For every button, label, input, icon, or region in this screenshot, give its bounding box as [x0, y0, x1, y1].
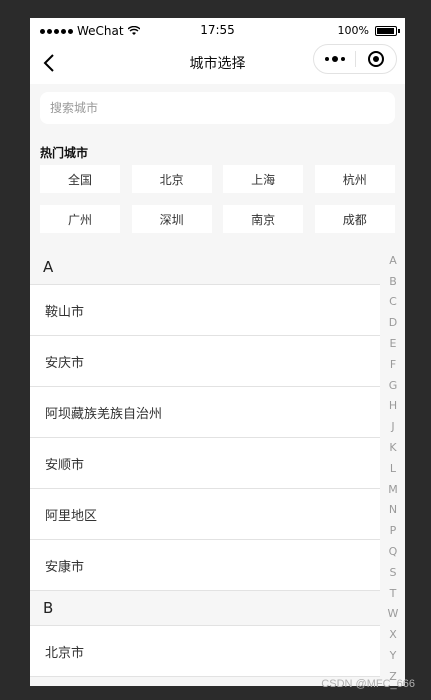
- index-letter[interactable]: G: [383, 375, 403, 396]
- battery-icon: [375, 25, 400, 36]
- city-list: A 鞍山市 安庆市 阿坝藏族羌族自治州 安顺市 阿里地区 安康市 B 北京市: [30, 250, 380, 677]
- index-letter[interactable]: T: [383, 583, 403, 604]
- index-letter[interactable]: E: [383, 333, 403, 354]
- city-list-item[interactable]: 安庆市: [30, 336, 380, 387]
- letter-header: B: [30, 591, 380, 626]
- city-list-item[interactable]: 北京市: [30, 626, 380, 677]
- letter-index-bar[interactable]: ABCDEFGHJKLMNPQSTWXYZ: [383, 250, 403, 686]
- index-letter[interactable]: W: [383, 604, 403, 625]
- index-letter[interactable]: D: [383, 312, 403, 333]
- status-bar: WeChat 17:55 100%: [30, 18, 405, 44]
- index-letter[interactable]: M: [383, 479, 403, 500]
- navigation-bar: 城市选择: [30, 44, 405, 84]
- hot-city-button[interactable]: 上海: [223, 165, 304, 193]
- more-button[interactable]: [314, 45, 355, 73]
- battery-area: 100%: [337, 24, 400, 37]
- index-letter[interactable]: H: [383, 396, 403, 417]
- battery-percent: 100%: [337, 24, 369, 37]
- index-letter[interactable]: X: [383, 624, 403, 645]
- phone-screen: WeChat 17:55 100% 城市选择 搜索城市 热门城市 全国 北京 上…: [30, 18, 405, 686]
- watermark: CSDN @MFC_666: [321, 678, 415, 690]
- search-input[interactable]: [40, 92, 395, 124]
- hot-city-button[interactable]: 广州: [40, 205, 120, 233]
- index-letter[interactable]: A: [383, 250, 403, 271]
- city-list-item[interactable]: 鞍山市: [30, 285, 380, 336]
- letter-header: A: [30, 250, 380, 285]
- city-list-item[interactable]: 阿坝藏族羌族自治州: [30, 387, 380, 438]
- index-letter[interactable]: B: [383, 271, 403, 292]
- index-letter[interactable]: K: [383, 437, 403, 458]
- hot-city-button[interactable]: 全国: [40, 165, 120, 193]
- close-button[interactable]: [356, 45, 396, 73]
- index-letter[interactable]: Y: [383, 645, 403, 666]
- index-letter[interactable]: S: [383, 562, 403, 583]
- index-letter[interactable]: N: [383, 500, 403, 521]
- hot-cities-title: 热门城市: [40, 146, 89, 160]
- more-dots-icon: [324, 56, 345, 62]
- target-close-icon: [368, 51, 384, 67]
- hot-city-button[interactable]: 深圳: [131, 205, 212, 233]
- index-letter[interactable]: L: [383, 458, 403, 479]
- index-letter[interactable]: J: [383, 416, 403, 437]
- hot-city-button[interactable]: 杭州: [314, 165, 395, 193]
- index-letter[interactable]: Q: [383, 541, 403, 562]
- hot-city-button[interactable]: 北京: [131, 165, 212, 193]
- index-letter[interactable]: P: [383, 520, 403, 541]
- hot-city-button[interactable]: 成都: [314, 205, 395, 233]
- index-letter[interactable]: F: [383, 354, 403, 375]
- city-list-item[interactable]: 阿里地区: [30, 489, 380, 540]
- mini-program-capsule: [313, 44, 397, 74]
- city-list-item[interactable]: 安顺市: [30, 438, 380, 489]
- index-letter[interactable]: C: [383, 292, 403, 313]
- city-list-item[interactable]: 安康市: [30, 540, 380, 591]
- hot-city-button[interactable]: 南京: [223, 205, 304, 233]
